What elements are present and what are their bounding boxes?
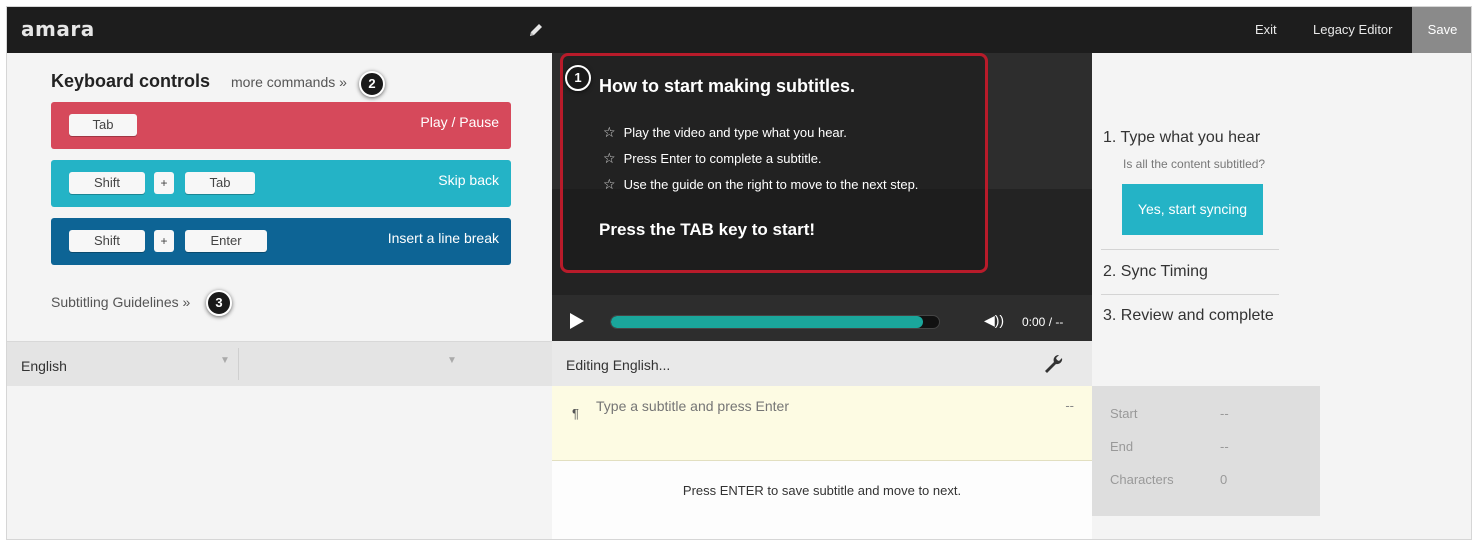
subtitle-duration: -- [1065,398,1074,413]
subtitle-input[interactable] [596,398,1016,414]
key-shift: Shift [69,230,145,252]
subtitling-guidelines-link[interactable]: Subtitling Guidelines » [51,294,190,310]
shortcut-play-pause: Tab Play / Pause [51,102,511,149]
progress-fill [611,316,923,328]
step-review-and-complete: 3. Review and complete [1103,307,1274,324]
more-commands-link[interactable]: more commands » [231,74,347,90]
play-icon[interactable] [570,313,584,329]
video-player[interactable]: How to start making subtitles. ☆ Play the… [552,53,1092,341]
intro-overlay: How to start making subtitles. ☆ Play the… [560,53,988,273]
key-plus: + [154,172,174,194]
star-icon: ☆ [603,124,616,140]
overlay-item: ☆ Play the video and type what you hear. [603,124,847,141]
legacy-editor-link[interactable]: Legacy Editor [1313,22,1393,37]
subtitle-info-panel: Start -- End -- Characters 0 [1092,386,1320,516]
top-bar: amara Exit Legacy Editor Save [7,7,1471,53]
shortcut-action-label: Play / Pause [420,114,499,130]
language-select[interactable]: English [21,358,67,374]
overlay-item: ☆ Use the guide on the right to move to t… [603,176,918,193]
step-sync-timing: 2. Sync Timing [1103,263,1208,280]
start-syncing-button[interactable]: Yes, start syncing [1122,184,1263,235]
pencil-icon[interactable] [527,21,545,39]
language-bar: English ▼ ▼ [7,341,552,386]
callout-badge-3: 3 [206,290,232,316]
divider [238,348,239,380]
chevron-down-icon[interactable]: ▼ [447,355,457,366]
overlay-title: How to start making subtitles. [599,76,856,96]
subtitle-hint: Press ENTER to save subtitle and move to… [682,483,962,498]
chevron-down-icon[interactable]: ▼ [220,355,230,366]
shortcut-line-break: Shift + Enter Insert a line break [51,218,511,265]
step1-question: Is all the content subtitled? [1123,157,1266,171]
divider [1101,249,1279,250]
star-icon: ☆ [603,176,616,192]
characters-value: 0 [1220,472,1228,487]
amara-logo[interactable]: amara [21,17,95,41]
divider [1101,294,1279,295]
overlay-item: ☆ Press Enter to complete a subtitle. [603,150,822,167]
pilcrow-icon[interactable]: ¶ [572,406,579,421]
subtitle-hint-area: Press ENTER to save subtitle and move to… [552,461,1092,539]
key-tab: Tab [185,172,255,194]
characters-label: Characters [1110,472,1174,487]
shortcut-action-label: Skip back [438,172,499,188]
exit-link[interactable]: Exit [1255,22,1277,37]
progress-bar[interactable] [610,315,940,329]
save-button[interactable]: Save [1412,7,1471,53]
wrench-icon[interactable] [1042,353,1064,375]
key-shift: Shift [69,172,145,194]
overlay-item-text: Use the guide on the right to move to th… [623,177,919,192]
key-plus: + [154,230,174,252]
overlay-item-text: Play the video and type what you hear. [623,125,847,140]
subtitle-row: ¶ -- [552,386,1092,461]
end-value: -- [1220,439,1229,454]
callout-badge-1: 1 [565,65,591,91]
keyboard-controls-title: Keyboard controls [51,71,211,91]
key-enter: Enter [185,230,267,252]
tab-hint: Press the TAB key to start! [599,220,816,239]
player-controls: ◀)) 0:00 / -- [552,303,1092,341]
start-value: -- [1220,406,1229,421]
volume-icon[interactable]: ◀)) [984,312,1004,329]
overlay-item-text: Press Enter to complete a subtitle. [623,151,822,166]
callout-badge-2: 2 [359,71,385,97]
step-type-what-you-hear: 1. Type what you hear [1103,129,1261,146]
time-display: 0:00 / -- [1022,315,1064,329]
editing-label: Editing English... [566,357,671,373]
star-icon: ☆ [603,150,616,166]
start-label: Start [1110,406,1138,421]
editing-bar: Editing English... [552,341,1092,386]
shortcut-action-label: Insert a line break [387,230,499,246]
editor-window: amara Exit Legacy Editor Save Keyboard c… [6,6,1472,540]
key-tab: Tab [69,114,137,136]
shortcut-skip-back: Shift + Tab Skip back [51,160,511,207]
end-label: End [1110,439,1134,454]
